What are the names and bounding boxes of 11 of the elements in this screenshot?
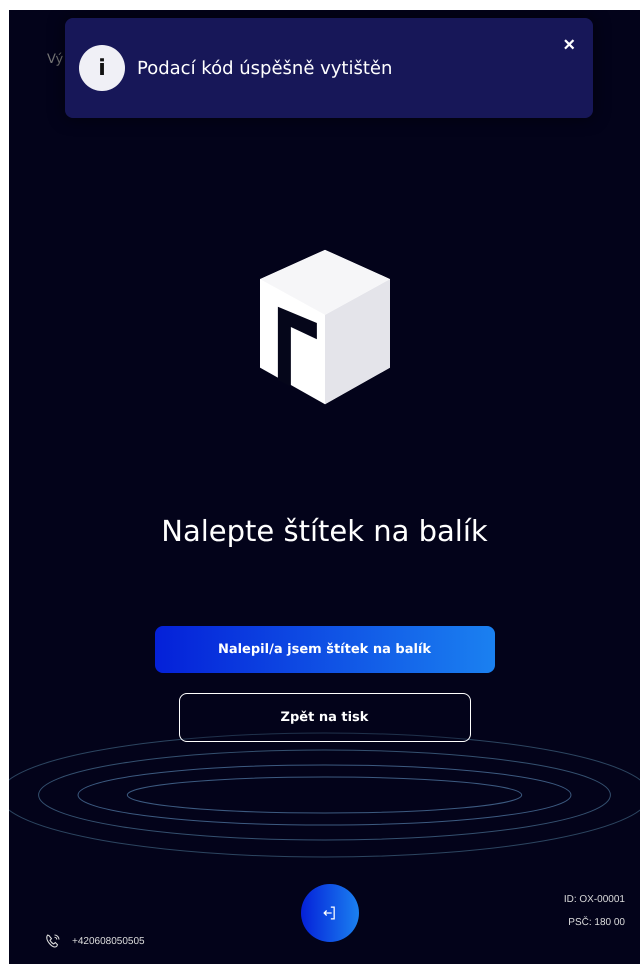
device-id: ID: OX-00001 [564,894,625,905]
confirm-button[interactable]: Nalepil/a jsem štítek na balík [154,626,494,673]
heading: Nalepte štítek na balík [161,514,488,548]
close-button[interactable]: × [559,34,579,57]
info-icon: i [79,45,125,91]
postal-code: PSČ: 180 00 [568,917,625,928]
phone-icon [44,932,62,950]
toast-message: Podací kód úspěšně vytištěn [137,58,392,78]
back-button[interactable]: Zpět na tisk [178,693,470,742]
phone-number: +420608050505 [72,936,145,946]
back-text[interactable]: Vý [47,52,64,67]
